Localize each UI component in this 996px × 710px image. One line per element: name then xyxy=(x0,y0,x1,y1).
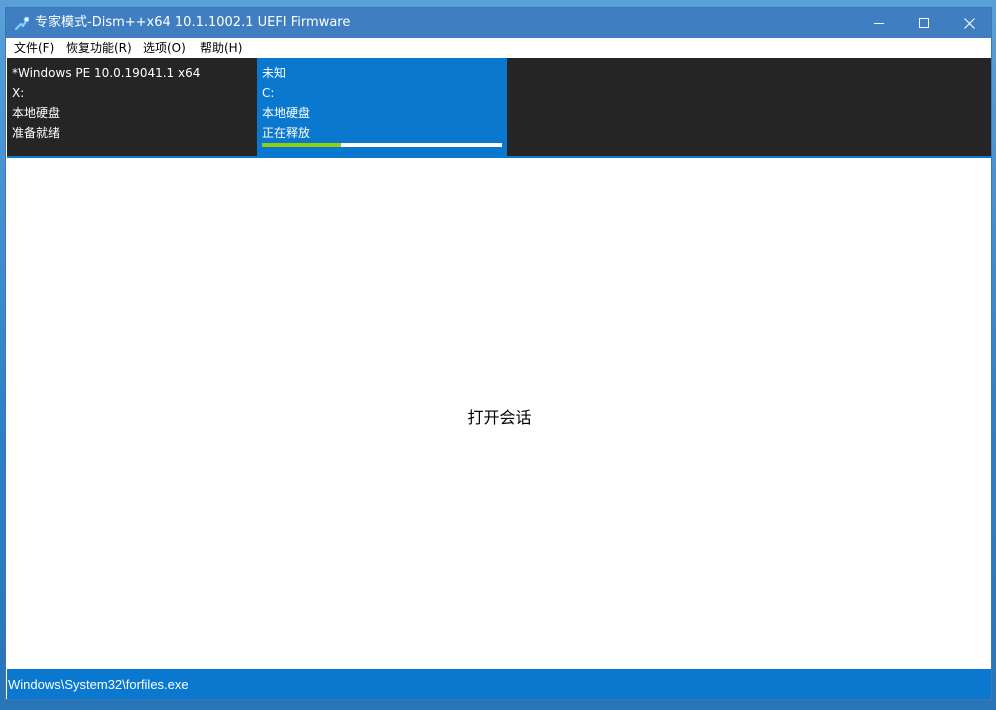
app-window: 专家模式-Dism++x64 10.1.1002.1 UEFI Firmware… xyxy=(5,7,992,700)
session-status: 正在释放 xyxy=(262,126,311,140)
session-name: *Windows PE 10.0.19041.1 x64 xyxy=(12,66,201,80)
maximize-button[interactable] xyxy=(901,8,947,38)
title-bar[interactable]: 专家模式-Dism++x64 10.1.1002.1 UEFI Firmware xyxy=(6,8,991,38)
window-title: 专家模式-Dism++x64 10.1.1002.1 UEFI Firmware xyxy=(35,15,351,30)
session-drive: C: xyxy=(262,86,275,100)
session-tile-winpe[interactable]: *Windows PE 10.0.19041.1 x64 X: 本地硬盘 准备就… xyxy=(7,58,257,156)
menu-bar: 文件(F) 恢复功能(R) 选项(O) 帮助(H) xyxy=(6,38,991,58)
dism-icon xyxy=(14,15,30,31)
minimize-icon xyxy=(874,18,884,28)
session-disk-type: 本地硬盘 xyxy=(12,106,61,120)
maximize-icon xyxy=(919,18,929,28)
session-disk-type: 本地硬盘 xyxy=(262,106,311,120)
menu-help[interactable]: 帮助(H) xyxy=(200,40,242,56)
release-progress-bar xyxy=(262,143,502,147)
menu-file[interactable]: 文件(F) xyxy=(14,40,54,56)
status-bar: Windows\System32\forfiles.exe xyxy=(7,669,991,699)
release-progress-fill xyxy=(262,143,342,147)
menu-options[interactable]: 选项(O) xyxy=(143,40,186,56)
session-strip: *Windows PE 10.0.19041.1 x64 X: 本地硬盘 准备就… xyxy=(7,58,991,156)
close-icon xyxy=(963,17,975,29)
menu-recovery[interactable]: 恢复功能(R) xyxy=(66,40,132,56)
session-status: 准备就绪 xyxy=(12,126,61,140)
status-text: Windows\System32\forfiles.exe xyxy=(8,677,189,692)
close-button[interactable] xyxy=(946,8,991,38)
session-tile-unknown[interactable]: 未知 C: 本地硬盘 正在释放 xyxy=(257,58,507,156)
session-name: 未知 xyxy=(262,66,287,80)
open-session-link[interactable]: 打开会话 xyxy=(7,404,991,428)
main-content: 打开会话 xyxy=(7,158,991,669)
session-drive: X: xyxy=(12,86,25,100)
minimize-button[interactable] xyxy=(856,8,902,38)
